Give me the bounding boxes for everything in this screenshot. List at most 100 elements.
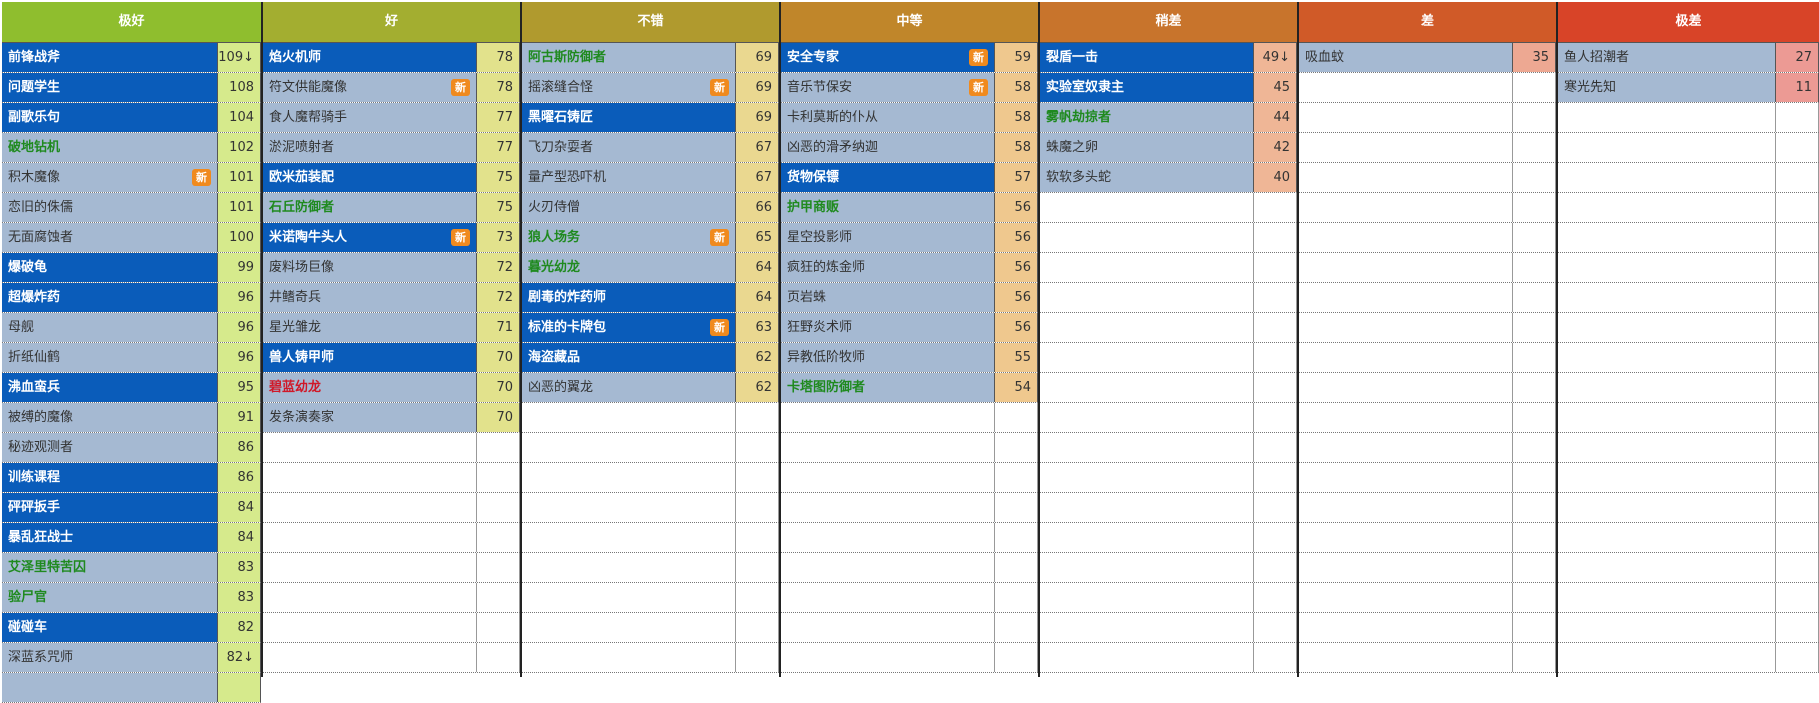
card-row[interactable]: 卡塔图防御者 54 [781, 373, 1038, 403]
empty-row [263, 493, 520, 523]
empty-cell [1299, 583, 1513, 612]
card-row[interactable]: 疯狂的炼金师 56 [781, 253, 1038, 283]
card-name: 凶恶的翼龙 [522, 373, 736, 402]
empty-row [522, 493, 779, 523]
card-row[interactable]: 星光雏龙 71 [263, 313, 520, 343]
empty-cell [263, 463, 477, 492]
card-row[interactable]: 凶恶的滑矛纳迦 58 [781, 133, 1038, 163]
card-row[interactable]: 摇滚缝合怪新 69 [522, 73, 779, 103]
card-row[interactable]: 碰碰车 82 [2, 613, 261, 643]
card-row[interactable]: 护甲商贩 56 [781, 193, 1038, 223]
card-row[interactable]: 火刃侍僧 66 [522, 193, 779, 223]
card-row[interactable]: 折纸仙鹤 96 [2, 343, 261, 373]
card-row[interactable]: 异教低阶牧师 55 [781, 343, 1038, 373]
card-row[interactable]: 海盗藏品 62 [522, 343, 779, 373]
card-row[interactable]: 积木魔像新 101 [2, 163, 261, 193]
card-row[interactable]: 发条演奏家 70 [263, 403, 520, 433]
card-row[interactable]: 问题学生 108 [2, 73, 261, 103]
card-row[interactable]: 石丘防御者 75 [263, 193, 520, 223]
card-row[interactable]: 寒光先知 11 [1558, 73, 1819, 103]
empty-score-cell [995, 643, 1038, 672]
card-row[interactable]: 训练课程 86 [2, 463, 261, 493]
card-row[interactable]: 狂野炎术师 56 [781, 313, 1038, 343]
card-name: 裂盾一击 [1040, 43, 1254, 72]
empty-score-cell [1513, 163, 1556, 192]
empty-row [781, 643, 1038, 673]
card-row[interactable]: 欧米茄装配 75 [263, 163, 520, 193]
card-row[interactable]: 页岩蛛 56 [781, 283, 1038, 313]
card-row[interactable]: 副歌乐句 104 [2, 103, 261, 133]
card-name: 训练课程 [2, 463, 218, 492]
empty-row [1299, 553, 1556, 583]
card-row[interactable]: 淤泥喷射者 77 [263, 133, 520, 163]
empty-cell [1040, 313, 1254, 342]
card-name: 破地钻机 [2, 133, 218, 162]
card-row[interactable]: 秘迹观测者 86 [2, 433, 261, 463]
card-row[interactable]: 狼人场务新 65 [522, 223, 779, 253]
card-row[interactable]: 黑曜石铸匠 69 [522, 103, 779, 133]
card-name: 沸血蛮兵 [2, 373, 218, 402]
card-row[interactable]: 深蓝系咒师 82↓ [2, 643, 261, 673]
card-row[interactable]: 标准的卡牌包新 63 [522, 313, 779, 343]
card-row[interactable]: 量产型恐吓机 67 [522, 163, 779, 193]
card-row[interactable]: 超爆炸药 96 [2, 283, 261, 313]
empty-row [1040, 343, 1297, 373]
card-row[interactable]: 艾泽里特苦囚 83 [2, 553, 261, 583]
card-row[interactable]: 软软多头蛇 40 [1040, 163, 1297, 193]
card-row[interactable]: 实验室奴隶主 45 [1040, 73, 1297, 103]
card-row[interactable]: 阿古斯防御者 69 [522, 43, 779, 73]
card-row[interactable]: 剧毒的炸药师 64 [522, 283, 779, 313]
card-row[interactable]: 验尸官 83 [2, 583, 261, 613]
card-name: 淤泥喷射者 [263, 133, 477, 162]
card-row[interactable]: 蛛魔之卵 42 [1040, 133, 1297, 163]
card-row[interactable]: 裂盾一击 49↓ [1040, 43, 1297, 73]
card-row[interactable]: 前锋战斧 109↓ [2, 43, 261, 73]
card-row[interactable]: 沸血蛮兵 95 [2, 373, 261, 403]
empty-cell [1040, 643, 1254, 672]
card-row[interactable]: 货物保镖 57 [781, 163, 1038, 193]
card-row[interactable]: 暮光幼龙 64 [522, 253, 779, 283]
card-score: 96 [218, 343, 261, 372]
empty-score-cell [1254, 253, 1297, 282]
card-score: 83 [218, 583, 261, 612]
empty-score-cell [1776, 223, 1819, 252]
empty-row [1299, 193, 1556, 223]
card-row[interactable]: 砰砰扳手 84 [2, 493, 261, 523]
card-row[interactable]: 符文供能魔像新 78 [263, 73, 520, 103]
card-row[interactable]: 鱼人招潮者 27 [1558, 43, 1819, 73]
empty-row [263, 463, 520, 493]
card-row[interactable]: 米诺陶牛头人新 73 [263, 223, 520, 253]
empty-row [781, 553, 1038, 583]
card-row[interactable]: 被缚的魔像 91 [2, 403, 261, 433]
card-row[interactable]: 破地钻机 102 [2, 133, 261, 163]
card-row[interactable]: 音乐节保安新 58 [781, 73, 1038, 103]
card-row[interactable]: 母舰 96 [2, 313, 261, 343]
empty-score-cell [1513, 583, 1556, 612]
card-row[interactable]: 飞刀杂耍者 67 [522, 133, 779, 163]
card-row[interactable]: 井鳍奇兵 72 [263, 283, 520, 313]
card-row[interactable]: 爆破龟 99 [2, 253, 261, 283]
card-row[interactable]: 食人魔帮骑手 77 [263, 103, 520, 133]
empty-cell [522, 553, 736, 582]
card-row[interactable]: 吸血蚊 35 [1299, 43, 1556, 73]
card-name: 食人魔帮骑手 [263, 103, 477, 132]
card-row[interactable]: 恋旧的侏儒 101 [2, 193, 261, 223]
card-row[interactable]: 雾帆劫掠者 44 [1040, 103, 1297, 133]
empty-score-cell [736, 463, 779, 492]
empty-row [263, 583, 520, 613]
card-row[interactable]: 兽人铸甲师 70 [263, 343, 520, 373]
card-row[interactable]: 卡利莫斯的仆从 58 [781, 103, 1038, 133]
card-row[interactable]: 暴乱狂战士 84 [2, 523, 261, 553]
empty-cell [781, 433, 995, 462]
card-row[interactable]: 凶恶的翼龙 62 [522, 373, 779, 403]
card-row[interactable]: 星空投影师 56 [781, 223, 1038, 253]
empty-row [1040, 403, 1297, 433]
card-row[interactable]: 碧蓝幼龙 70 [263, 373, 520, 403]
empty-cell [1558, 583, 1776, 612]
card-row[interactable]: 无面腐蚀者 100 [2, 223, 261, 253]
card-row[interactable]: 废料场巨像 72 [263, 253, 520, 283]
card-row[interactable]: 焰火机师 78 [263, 43, 520, 73]
card-row[interactable]: 安全专家新 59 [781, 43, 1038, 73]
empty-cell [781, 523, 995, 552]
empty-cell [1299, 73, 1513, 102]
